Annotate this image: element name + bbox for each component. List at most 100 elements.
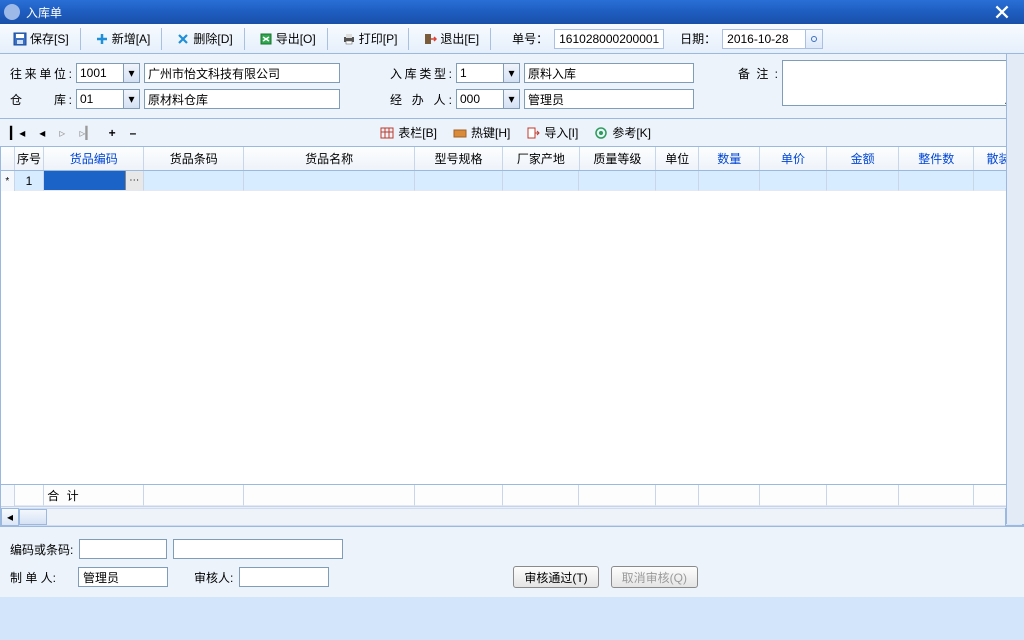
hotkey-button[interactable]: 热键[H] <box>453 124 510 141</box>
cell[interactable] <box>656 171 699 191</box>
intype-code-input[interactable] <box>456 63 504 83</box>
cell[interactable] <box>415 171 503 191</box>
vendor-code-input[interactable] <box>76 63 124 83</box>
last-record-button[interactable]: ▹▎ <box>79 126 94 140</box>
col-origin[interactable]: 厂家产地 <box>503 147 580 170</box>
exit-button[interactable]: 退出[E] <box>416 27 486 50</box>
intype-code-combo[interactable]: ▾ <box>456 63 520 83</box>
hotkey-label: 热键[H] <box>471 124 510 141</box>
chevron-down-icon[interactable]: ▾ <box>124 63 140 83</box>
save-button[interactable]: 保存[S] <box>6 27 76 50</box>
col-unit[interactable]: 单位 <box>656 147 699 170</box>
cell-seq[interactable]: 1 <box>15 171 45 191</box>
col-product-code[interactable]: 货品编码 <box>44 147 144 170</box>
scroll-thumb[interactable] <box>19 509 47 525</box>
add-button[interactable]: 新增[A] <box>88 27 158 50</box>
total-label: 合 计 <box>44 485 144 506</box>
docno-label: 单号： <box>512 30 548 47</box>
col-amount[interactable]: 金额 <box>827 147 900 170</box>
keyboard-icon <box>453 126 467 140</box>
table-row[interactable]: * 1 ⋯ <box>1 171 1023 191</box>
date-picker-button[interactable] <box>805 29 823 49</box>
next-record-button[interactable]: ▹ <box>59 126 65 140</box>
docno-input[interactable] <box>554 29 664 49</box>
date-label: 日期： <box>680 30 716 47</box>
import-button[interactable]: 导入[I] <box>526 124 578 141</box>
cell[interactable] <box>503 171 580 191</box>
date-input[interactable] <box>722 29 806 49</box>
record-navbar: ▎◂ ◂ ▹ ▹▎ + – 表栏[B] 热键[H] 导入[I] 参考[K] <box>0 119 1024 147</box>
chevron-down-icon[interactable]: ▾ <box>504 63 520 83</box>
export-button[interactable]: 导出[O] <box>252 27 323 50</box>
handler-code-combo[interactable]: ▾ <box>456 89 520 109</box>
delete-button[interactable]: 删除[D] <box>169 27 239 50</box>
scroll-left-button[interactable]: ◂ <box>1 508 19 526</box>
warehouse-label: 仓 库: <box>10 91 72 108</box>
col-barcode[interactable]: 货品条码 <box>144 147 244 170</box>
warehouse-name-input[interactable] <box>144 89 340 109</box>
col-spec[interactable]: 型号规格 <box>415 147 503 170</box>
print-icon <box>342 32 356 46</box>
export-label: 导出[O] <box>276 30 316 47</box>
warehouse-code-combo[interactable]: ▾ <box>76 89 140 109</box>
barcode-input-1[interactable] <box>79 539 167 559</box>
main-toolbar: 保存[S] 新增[A] 删除[D] 导出[O] 打印[P] 退出[E] 单号： … <box>0 24 1024 54</box>
grid-footer: 合 计 <box>1 484 1023 506</box>
vendor-label: 往来单位: <box>10 65 72 82</box>
plus-icon <box>95 32 109 46</box>
chevron-down-icon[interactable]: ▾ <box>124 89 140 109</box>
prev-record-button[interactable]: ◂ <box>39 126 45 140</box>
warehouse-code-input[interactable] <box>76 89 124 109</box>
grid-body: * 1 ⋯ <box>1 171 1023 501</box>
horizontal-scrollbar[interactable]: ◂ ▸ <box>1 506 1023 526</box>
cell-product-code-editing[interactable]: ⋯ <box>44 171 144 191</box>
print-button[interactable]: 打印[P] <box>335 27 405 50</box>
scroll-track[interactable] <box>19 508 1005 526</box>
data-grid: 序号 货品编码 货品条码 货品名称 型号规格 厂家产地 质量等级 单位 数量 单… <box>0 147 1024 527</box>
vendor-name-input[interactable] <box>144 63 340 83</box>
cell[interactable] <box>699 171 760 191</box>
cell[interactable] <box>244 171 414 191</box>
exit-icon <box>423 32 437 46</box>
auditor-input[interactable] <box>239 567 329 587</box>
vendor-code-combo[interactable]: ▾ <box>76 63 140 83</box>
cell[interactable] <box>827 171 900 191</box>
reference-icon <box>594 126 608 140</box>
chevron-down-icon[interactable]: ▾ <box>504 89 520 109</box>
col-product-name[interactable]: 货品名称 <box>244 147 415 170</box>
col-price[interactable]: 单价 <box>760 147 827 170</box>
handler-name-input[interactable] <box>524 89 694 109</box>
remark-textarea[interactable] <box>782 60 1014 106</box>
handler-code-input[interactable] <box>456 89 504 109</box>
first-record-button[interactable]: ▎◂ <box>10 126 25 140</box>
col-whole[interactable]: 整件数 <box>899 147 974 170</box>
maker-input[interactable] <box>78 567 168 587</box>
col-qty[interactable]: 数量 <box>699 147 760 170</box>
columns-button[interactable]: 表栏[B] <box>380 124 437 141</box>
cell[interactable] <box>144 171 244 191</box>
vertical-scrollbar[interactable] <box>1006 54 1024 524</box>
close-button[interactable] <box>984 2 1020 22</box>
row-indicator-header <box>1 147 15 170</box>
cell[interactable] <box>899 171 974 191</box>
cell[interactable] <box>760 171 827 191</box>
grid-header: 序号 货品编码 货品条码 货品名称 型号规格 厂家产地 质量等级 单位 数量 单… <box>1 147 1023 171</box>
delete-label: 删除[D] <box>193 30 232 47</box>
exit-label: 退出[E] <box>440 30 479 47</box>
maker-label: 制 单 人: <box>10 569 72 586</box>
reference-button[interactable]: 参考[K] <box>594 124 651 141</box>
col-quality[interactable]: 质量等级 <box>580 147 657 170</box>
form-panel: 往来单位: ▾ 入库类型: ▾ 备注: 仓 库: ▾ 经 办 人: <box>0 54 1024 119</box>
remove-row-button[interactable]: – <box>130 126 137 140</box>
intype-name-input[interactable] <box>524 63 694 83</box>
unapprove-button[interactable]: 取消审核(Q) <box>611 566 698 588</box>
barcode-input-2[interactable] <box>173 539 343 559</box>
lookup-button[interactable]: ⋯ <box>125 171 143 190</box>
cell[interactable] <box>579 171 656 191</box>
print-label: 打印[P] <box>359 30 398 47</box>
add-row-button[interactable]: + <box>109 126 116 140</box>
window-title: 入库单 <box>26 4 984 21</box>
import-label: 导入[I] <box>544 124 578 141</box>
approve-button[interactable]: 审核通过(T) <box>513 566 598 588</box>
col-seq[interactable]: 序号 <box>15 147 44 170</box>
